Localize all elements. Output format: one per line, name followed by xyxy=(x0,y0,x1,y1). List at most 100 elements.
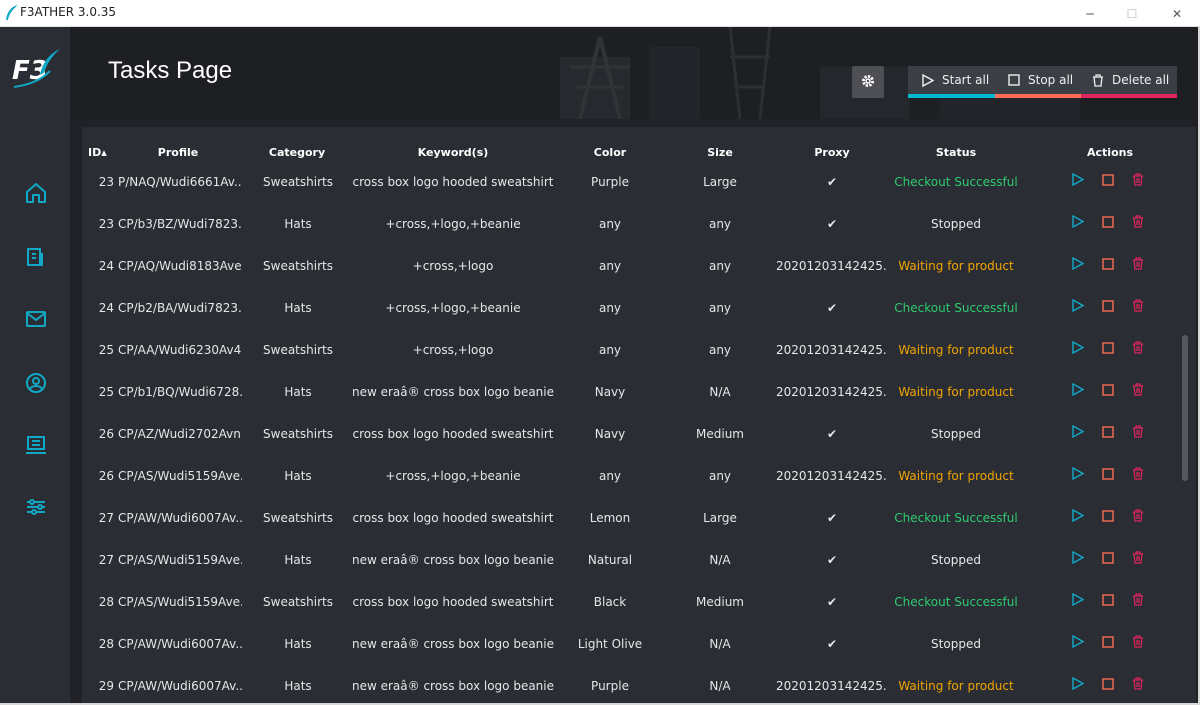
start-task-button[interactable] xyxy=(1068,675,1088,695)
stop-task-button[interactable] xyxy=(1098,423,1118,443)
task-status: Waiting for product xyxy=(898,469,1014,483)
start-all-label: Start all xyxy=(942,73,990,87)
task-color: Purple xyxy=(591,175,629,189)
delete-task-button[interactable] xyxy=(1128,675,1148,695)
delete-task-button[interactable] xyxy=(1128,633,1148,653)
mail-icon[interactable] xyxy=(22,305,50,333)
task-size: Large xyxy=(703,511,737,525)
column-header-category[interactable]: Category xyxy=(247,146,347,159)
delete-task-button[interactable] xyxy=(1128,255,1148,275)
table-row[interactable]: 25 CP/b1/BQ/Wudi6728... Hats new eraâ® cros… xyxy=(82,371,1182,413)
minimize-button[interactable]: ─ xyxy=(1067,0,1113,27)
stop-icon xyxy=(1102,425,1114,441)
delete-task-button[interactable] xyxy=(1128,339,1148,359)
trash-icon xyxy=(1132,257,1144,273)
maximize-button[interactable]: ☐ xyxy=(1109,0,1155,27)
proxies-icon[interactable] xyxy=(22,431,50,459)
start-all-underline xyxy=(908,94,995,98)
play-icon xyxy=(1072,382,1085,399)
start-task-button[interactable] xyxy=(1068,297,1088,317)
delete-task-button[interactable] xyxy=(1128,591,1148,611)
column-header-status[interactable]: Status xyxy=(906,146,1006,159)
table-row[interactable]: 28 CP/AW/Wudi6007Av... Hats new eraâ® cross… xyxy=(82,623,1182,665)
stop-task-button[interactable] xyxy=(1098,591,1118,611)
column-header-id[interactable]: ID▴ xyxy=(88,146,112,159)
delete-all-button[interactable]: Delete all xyxy=(1092,66,1169,94)
delete-task-button[interactable] xyxy=(1128,171,1148,191)
task-size: N/A xyxy=(709,553,731,567)
column-header-proxy[interactable]: Proxy xyxy=(782,146,882,159)
task-color: Lemon xyxy=(589,511,631,525)
stop-task-button[interactable] xyxy=(1098,171,1118,191)
start-task-button[interactable] xyxy=(1068,213,1088,233)
tasks-icon[interactable] xyxy=(22,243,50,271)
close-icon: ✕ xyxy=(1171,6,1183,21)
stop-task-button[interactable] xyxy=(1098,255,1118,275)
table-row[interactable]: 23 CP/b3/BZ/Wudi7823... Hats +cross,+logo,+… xyxy=(82,203,1182,245)
start-task-button[interactable] xyxy=(1068,423,1088,443)
task-category: Hats xyxy=(284,301,312,315)
start-task-button[interactable] xyxy=(1068,591,1088,611)
stop-icon xyxy=(1102,299,1114,315)
table-row[interactable]: 29 CP/AW/Wudi6007Av... Hats new eraâ® cross… xyxy=(82,665,1182,703)
table-row[interactable]: 26 CP/AZ/Wudi2702Avn... Sweatshirts cross b… xyxy=(82,413,1182,455)
delete-task-button[interactable] xyxy=(1128,381,1148,401)
task-category: Hats xyxy=(284,217,312,231)
task-profile: CP/AZ/Wudi2702Avn... xyxy=(118,427,242,441)
task-profile: CP/AQ/Wudi8183Ave... xyxy=(118,259,242,273)
table-row[interactable]: 24 CP/AQ/Wudi8183Ave... Sweatshirts +cross,… xyxy=(82,245,1182,287)
start-task-button[interactable] xyxy=(1068,381,1088,401)
table-row[interactable]: 23 P/NAQ/Wudi6661Av... Sweatshirts cross bo… xyxy=(82,161,1182,203)
task-profile: CP/AS/Wudi5159Ave... xyxy=(118,595,242,609)
start-task-button[interactable] xyxy=(1068,507,1088,527)
home-icon[interactable] xyxy=(22,179,50,207)
task-proxy: ✔ xyxy=(826,553,838,567)
stop-task-button[interactable] xyxy=(1098,507,1118,527)
task-category: Hats xyxy=(284,385,312,399)
table-row[interactable]: 28 CP/AS/Wudi5159Ave... Sweatshirts cross b… xyxy=(82,581,1182,623)
column-header-size[interactable]: Size xyxy=(670,146,770,159)
table-row[interactable]: 27 CP/AS/Wudi5159Ave... Hats new eraâ® cros… xyxy=(82,539,1182,581)
delete-task-button[interactable] xyxy=(1128,507,1148,527)
app-window: F3 Tasks Page Start all Stop all Delete … xyxy=(0,27,1198,703)
stop-icon xyxy=(1102,173,1114,189)
start-task-button[interactable] xyxy=(1068,633,1088,653)
start-task-button[interactable] xyxy=(1068,465,1088,485)
start-all-button[interactable]: Start all xyxy=(922,66,989,94)
stop-task-button[interactable] xyxy=(1098,213,1118,233)
delete-task-button[interactable] xyxy=(1128,465,1148,485)
stop-task-button[interactable] xyxy=(1098,675,1118,695)
column-header-profile[interactable]: Profile xyxy=(128,146,228,159)
play-icon xyxy=(1072,550,1085,567)
start-task-button[interactable] xyxy=(1068,549,1088,569)
delete-task-button[interactable] xyxy=(1128,213,1148,233)
start-task-button[interactable] xyxy=(1068,339,1088,359)
stop-task-button[interactable] xyxy=(1098,339,1118,359)
stop-task-button[interactable] xyxy=(1098,633,1118,653)
profile-icon[interactable] xyxy=(22,369,50,397)
task-category: Sweatshirts xyxy=(263,343,333,357)
stop-task-button[interactable] xyxy=(1098,465,1118,485)
column-header-color[interactable]: Color xyxy=(560,146,660,159)
column-header-actions: Actions xyxy=(1087,146,1133,159)
column-header-keywords[interactable]: Keyword(s) xyxy=(403,146,503,159)
delete-task-button[interactable] xyxy=(1128,549,1148,569)
start-task-button[interactable] xyxy=(1068,255,1088,275)
table-scrollbar[interactable] xyxy=(1182,335,1188,481)
start-task-button[interactable] xyxy=(1068,171,1088,191)
stop-task-button[interactable] xyxy=(1098,297,1118,317)
settings-sliders-icon[interactable] xyxy=(22,493,50,521)
table-row[interactable]: 25 CP/AA/Wudi6230Av4... Sweatshirts +cross,… xyxy=(82,329,1182,371)
table-row[interactable]: 24 CP/b2/BA/Wudi7823... Hats +cross,+logo,+… xyxy=(82,287,1182,329)
delete-task-button[interactable] xyxy=(1128,297,1148,317)
stop-icon xyxy=(1102,593,1114,609)
trash-icon xyxy=(1132,425,1144,441)
delete-task-button[interactable] xyxy=(1128,423,1148,443)
table-row[interactable]: 27 CP/AW/Wudi6007Av... Sweatshirts cross bo… xyxy=(82,497,1182,539)
stop-all-button[interactable]: Stop all xyxy=(1008,66,1073,94)
close-button[interactable]: ✕ xyxy=(1154,0,1200,27)
task-settings-button[interactable] xyxy=(852,66,884,98)
stop-task-button[interactable] xyxy=(1098,381,1118,401)
table-row[interactable]: 26 CP/AS/Wudi5159Ave... Hats +cross,+logo,+… xyxy=(82,455,1182,497)
stop-task-button[interactable] xyxy=(1098,549,1118,569)
